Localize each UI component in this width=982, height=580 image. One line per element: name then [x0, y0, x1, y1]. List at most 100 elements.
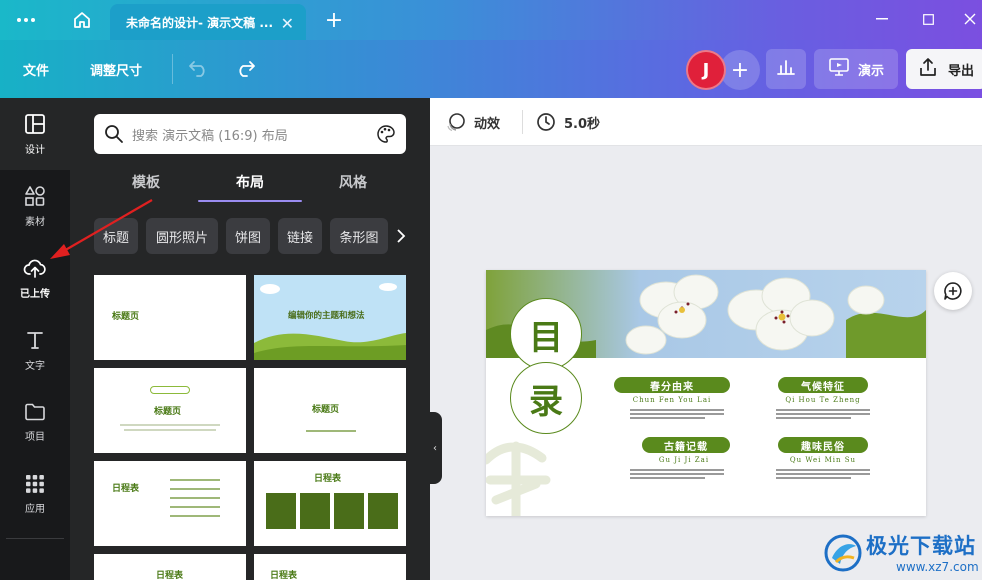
layout-thumb[interactable]: 日程表 [94, 554, 246, 580]
section-pinyin: Gu Ji Ji Zai [658, 456, 710, 464]
home-icon[interactable] [68, 6, 96, 34]
thumb-text: 标题页 [112, 312, 140, 322]
text-line [306, 430, 356, 432]
rail-label: 已上传 [20, 288, 50, 300]
title-char: 目 [529, 317, 563, 358]
comment-plus-icon [944, 282, 962, 300]
search-box[interactable]: 搜索 演示文稿 (16:9) 布局 [94, 114, 406, 154]
tab-layouts[interactable]: 布局 [236, 172, 264, 192]
rail-item-apps[interactable]: 应用 [0, 458, 70, 530]
clock-icon [537, 113, 555, 131]
thumb-text: 日程表 [112, 484, 140, 494]
agenda-block [368, 493, 398, 529]
watermark-logo-icon [824, 534, 862, 572]
document-tab[interactable]: 未命名的设计- 演示文稿 ... ✕ [110, 4, 306, 40]
editor-toolbar: 动效 5.0秒 [430, 98, 982, 146]
minimize-icon[interactable] [870, 8, 894, 30]
bar-chart-icon [776, 58, 796, 80]
export-button[interactable]: 导出 [906, 49, 982, 89]
rail-item-text[interactable]: 文字 [0, 314, 70, 386]
chevron-right-icon[interactable] [390, 222, 412, 250]
more-dots-icon[interactable] [12, 6, 40, 34]
search-input[interactable]: 搜索 演示文稿 (16:9) 布局 [132, 125, 288, 144]
present-button[interactable]: 演示 [814, 49, 898, 89]
chip-bar-chart[interactable]: 条形图 [330, 218, 388, 254]
layout-thumb[interactable]: 标题页 [254, 368, 406, 453]
avatar[interactable]: J [686, 50, 726, 90]
agenda-block [334, 493, 364, 529]
window-close-icon[interactable] [958, 8, 982, 30]
section-pinyin: Chun Fen You Lai [632, 396, 712, 404]
text-line [124, 429, 216, 431]
bullet-list [170, 479, 220, 523]
rail-divider [6, 538, 64, 539]
thumb-text: 日程表 [270, 571, 298, 580]
label-pill [150, 386, 190, 394]
thumb-text: 日程表 [156, 571, 184, 580]
plus-icon[interactable]: + [320, 6, 348, 34]
rail-label: 应用 [25, 503, 45, 515]
resize-button[interactable]: 调整尺寸 [90, 60, 142, 79]
layout-thumb[interactable]: 标题页 [94, 368, 246, 453]
section-title: 古籍记载 [642, 437, 730, 453]
section-pinyin: Qi Hou Te Zheng [785, 396, 861, 404]
animation-label: 动效 [474, 116, 501, 132]
layout-thumb[interactable]: 日程表 [94, 461, 246, 546]
tab-templates[interactable]: 模板 [132, 172, 160, 192]
present-screen-icon [828, 57, 850, 81]
palette-icon[interactable] [376, 124, 396, 144]
tab-styles[interactable]: 风格 [339, 172, 367, 192]
rail-label: 项目 [25, 431, 45, 443]
editor-divider [522, 110, 523, 134]
section-body [776, 467, 870, 481]
duration-button[interactable]: 5.0秒 [536, 112, 600, 132]
search-icon [105, 125, 123, 143]
thumb-text: 编辑你的主题和想法 [288, 311, 365, 321]
chip-link[interactable]: 链接 [278, 218, 322, 254]
title-char: 录 [529, 381, 563, 422]
left-rail: 设计 素材 已上传 文字 项目 应用 [0, 98, 70, 580]
side-panel: 搜索 演示文稿 (16:9) 布局 模板 布局 风格 标题 圆形照片 饼图 链接… [70, 98, 430, 580]
add-collaborator-button[interactable]: + [720, 50, 760, 90]
chip-pie[interactable]: 饼图 [226, 218, 270, 254]
file-menu-button[interactable]: 文件 [23, 60, 49, 79]
layout-thumb[interactable]: 日程表 [254, 461, 406, 546]
watermark-url: www.xz7.com [896, 560, 979, 574]
title-circle: 录 [510, 362, 582, 434]
layout-thumb[interactable]: 编辑你的主题和想法 [254, 275, 406, 360]
rail-item-projects[interactable]: 项目 [0, 386, 70, 458]
animation-button[interactable]: 动效 [446, 112, 500, 132]
tab-title: 未命名的设计- 演示文稿 ... [126, 15, 274, 30]
rail-label: 文字 [25, 360, 45, 372]
thumb-text: 日程表 [314, 474, 342, 484]
redo-icon[interactable] [234, 58, 256, 82]
layout-thumb[interactable]: 标题页 [94, 275, 246, 360]
apps-grid-icon [26, 474, 44, 493]
title-circle: 目 [510, 298, 582, 370]
annotation-arrow [50, 199, 153, 259]
watermark-name: 极光下载站 [866, 534, 976, 558]
layout-thumb[interactable]: 日程表 [254, 554, 406, 580]
add-comment-button[interactable] [934, 272, 972, 310]
undo-icon[interactable] [188, 58, 210, 82]
rail-item-design[interactable]: 设计 [0, 98, 70, 170]
active-tab-indicator [198, 200, 302, 202]
section-body [630, 407, 724, 421]
rail-label: 设计 [25, 144, 45, 156]
maximize-icon[interactable] [916, 8, 940, 30]
thumb-text: 标题页 [154, 407, 182, 417]
section-body [776, 407, 870, 421]
export-label: 导出 [948, 63, 975, 79]
duration-label: 5.0秒 [564, 116, 601, 132]
agenda-block [300, 493, 330, 529]
slide-canvas[interactable]: 目 录 春分由来 Chun Fen You Lai 气候特征 Qi Hou Te… [486, 270, 926, 516]
collapse-panel-button[interactable]: ‹ [428, 412, 442, 484]
layout-icon [25, 113, 45, 134]
insights-button[interactable] [766, 49, 806, 89]
upload-share-icon [918, 57, 938, 81]
animation-icon [447, 113, 465, 132]
section-pinyin: Qu Wei Min Su [789, 456, 857, 464]
section-title: 春分由来 [614, 377, 730, 393]
close-icon[interactable]: ✕ [281, 14, 294, 33]
folder-icon [25, 403, 45, 420]
